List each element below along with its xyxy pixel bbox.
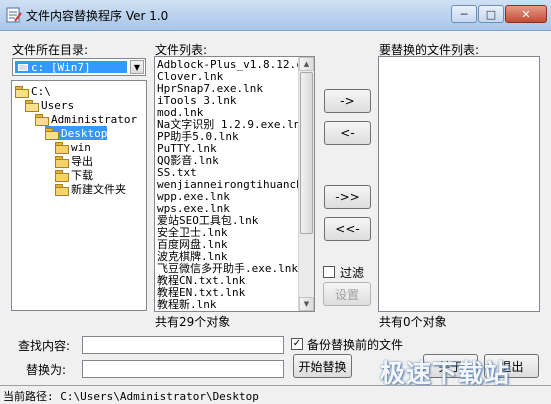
backup-checkbox[interactable]: ✓ <box>291 338 303 350</box>
folder-icon <box>55 141 69 154</box>
add-one-button[interactable]: -> <box>324 89 371 113</box>
find-label: 查找内容: <box>18 339 71 353</box>
tree-item-label: Users <box>41 98 75 112</box>
replace-input[interactable] <box>82 360 284 378</box>
tree-item[interactable]: 下载 <box>55 168 93 182</box>
folder-icon <box>25 99 39 112</box>
folder-icon <box>55 155 69 168</box>
replace-label: 替换为: <box>26 363 67 377</box>
window-title: 文件内容替换程序 Ver 1.0 <box>26 9 169 23</box>
folder-icon <box>35 113 49 126</box>
folder-icon <box>55 169 69 182</box>
title-bar: 文件内容替换程序 Ver 1.0 ─ □ ✕ <box>0 0 551 31</box>
backup-label: 备份替换前的文件 <box>307 338 404 352</box>
start-replace-button[interactable]: 开始替换 <box>293 354 352 378</box>
tree-item[interactable]: win <box>55 140 91 154</box>
filter-checkbox[interactable] <box>323 266 335 278</box>
replace-count: 共有0个对象 <box>379 315 447 329</box>
tree-item[interactable]: 导出 <box>55 154 93 168</box>
tree-item-label: win <box>71 140 91 154</box>
minimize-button[interactable]: ─ <box>451 5 477 23</box>
minimize-icon: ─ <box>460 7 468 21</box>
close-button[interactable]: ✕ <box>505 5 547 23</box>
tree-item-label: Desktop <box>61 126 108 140</box>
folder-icon <box>55 183 69 196</box>
scroll-up-icon[interactable]: ▲ <box>299 57 314 71</box>
filter-label: 过滤 <box>340 266 365 280</box>
status-bar: 当前路径: C:\Users\Administrator\Desktop <box>0 385 551 404</box>
file-count: 共有29个对象 <box>155 315 231 329</box>
folder-icon <box>45 127 59 140</box>
tree-item[interactable]: Administrator <box>35 112 137 126</box>
tree-item-label: Administrator <box>51 112 138 126</box>
drive-icon <box>18 63 28 71</box>
drive-selected: c: [Win7] <box>15 60 127 74</box>
current-path: 当前路径: C:\Users\Administrator\Desktop <box>3 390 259 403</box>
tree-item-label: C:\ <box>31 84 51 98</box>
directory-label: 文件所在目录: <box>12 43 89 57</box>
maximize-button[interactable]: □ <box>478 5 504 23</box>
maximize-icon: □ <box>485 7 497 21</box>
folder-icon <box>15 85 29 98</box>
close-icon: ✕ <box>521 7 531 21</box>
scroll-down-icon[interactable]: ▼ <box>299 297 314 311</box>
remove-all-button[interactable]: <<- <box>324 217 371 241</box>
drive-select[interactable]: c: [Win7] ▼ <box>12 58 146 76</box>
tree-item[interactable]: Users <box>25 98 74 112</box>
settings-button[interactable]: 设置 <box>323 282 371 306</box>
file-list[interactable]: Adblock-Plus_v1.8.12.crx Clover.lnk HprSna… <box>154 56 315 312</box>
directory-tree[interactable]: C:\ Users Administrator Desktop win 导出 下载 新建文件夹 <box>11 80 147 311</box>
app-icon <box>6 7 22 23</box>
list-item[interactable]: 教程新.lnk <box>157 299 217 311</box>
tree-item-label: 新建文件夹 <box>71 183 126 196</box>
remove-one-button[interactable]: <- <box>324 121 371 145</box>
replace-file-list[interactable] <box>378 56 540 312</box>
find-input[interactable] <box>82 336 284 354</box>
tree-item[interactable]: Desktop <box>45 126 108 140</box>
add-all-button[interactable]: ->> <box>324 185 371 209</box>
chevron-down-icon[interactable]: ▼ <box>130 60 144 74</box>
tree-item[interactable]: 新建文件夹 <box>55 182 126 196</box>
tree-item[interactable]: C:\ <box>15 84 51 98</box>
drive-value: c: [Win7] <box>31 60 91 74</box>
file-list-scrollbar[interactable]: ▲ ▼ <box>298 57 314 311</box>
scroll-thumb[interactable] <box>300 72 313 234</box>
